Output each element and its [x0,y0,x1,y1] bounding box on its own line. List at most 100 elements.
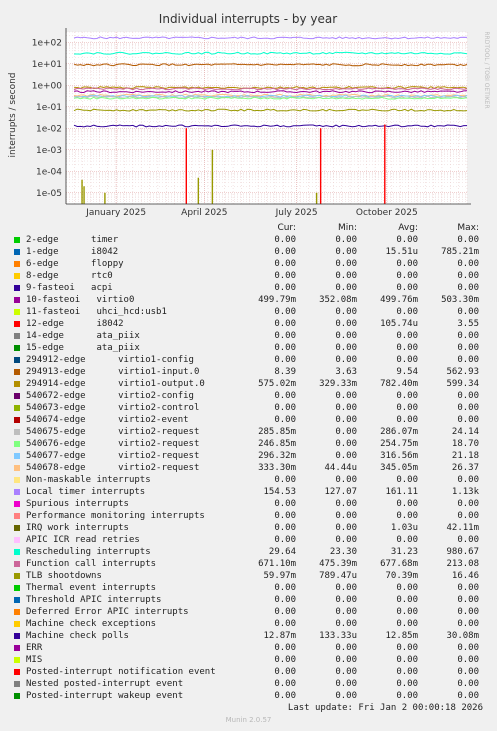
y-tick-label: 1e-03 [36,146,62,156]
legend-value: 0.00 [274,511,296,521]
legend-series-name: 2-edge timer [26,235,119,245]
col-header-avg: Avg: [398,223,418,233]
legend-value: 575.02m [258,379,296,389]
legend-series-name: 10-fasteoi virtio0 [26,295,135,305]
legend-swatch [14,669,20,675]
legend-value: 0.00 [457,583,479,593]
legend-value: 0.00 [457,391,479,401]
legend-row: 540675-edge virtio2-request 285.85m 0.00 28… [0,426,497,438]
legend-value: 0.00 [457,499,479,509]
legend-value: 0.00 [335,331,357,341]
legend-value: 0.00 [274,259,296,269]
legend-value: 0.00 [274,679,296,689]
legend-value: 0.00 [335,583,357,593]
legend-value: 562.93 [446,367,479,377]
legend-value: 0.00 [274,415,296,425]
legend-swatch [14,345,20,351]
legend-series-name: 294914-edge virtio1-output.0 [26,379,205,389]
legend-value: 3.63 [335,367,357,377]
legend-series-name: Rescheduling interrupts [26,547,151,557]
legend-swatch [14,417,20,423]
legend-series-name: Function call interrupts [26,559,157,569]
legend-value: 0.00 [274,607,296,617]
legend-value: 0.00 [274,655,296,665]
legend-value: 105.74u [380,319,418,329]
legend-row: 14-edge ata_piix 0.00 0.00 0.00 0.00 [0,330,497,342]
legend-series-name: 540678-edge virtio2-request [26,463,200,473]
legend-value: 0.00 [396,667,418,677]
legend-value: 0.00 [457,415,479,425]
legend-value: 0.00 [274,307,296,317]
legend-series-name: 1-edge i8042 [26,247,119,257]
legend-value: 0.00 [274,595,296,605]
legend-series-name: Non-maskable interrupts [26,475,151,485]
legend-value: 677.68m [380,559,418,569]
legend-value: 345.05m [380,463,418,473]
legend-value: 29.64 [268,547,296,557]
last-update: Last update: Fri Jan 2 00:00:18 2026 [287,703,483,713]
legend-value: 0.00 [396,607,418,617]
legend-swatch [14,513,20,519]
legend-swatch [14,441,20,447]
legend-row: 294914-edge virtio1-output.0 575.02m 329.3… [0,378,497,390]
y-tick-label: 1e+00 [32,81,63,91]
legend-value: 0.00 [396,619,418,629]
legend-series-name: Local timer interrupts [26,487,146,497]
legend-row: Threshold APIC interrupts 0.00 0.00 0.00 0.0… [0,594,497,606]
legend-row: 6-edge floppy 0.00 0.00 0.00 0.00 [0,258,497,270]
legend-value: 12.85m [385,631,418,641]
legend-row: Deferred Error APIC interrupts 0.00 0.00 0.… [0,606,497,618]
legend-swatch [14,369,20,375]
legend-row: ERR 0.00 0.00 0.00 0.00 [0,642,497,654]
legend-value: 0.00 [274,535,296,545]
legend-value: 0.00 [274,583,296,593]
legend-row: Posted-interrupt notification event 0.00 0… [0,666,497,678]
legend-value: 782.40m [380,379,418,389]
legend-series-name: Thermal event interrupts [26,583,157,593]
legend-swatch [14,681,20,687]
legend-series-name: IRQ work interrupts [26,523,129,533]
legend-value: 0.00 [335,259,357,269]
legend-value: 0.00 [274,619,296,629]
legend-value: 0.00 [457,259,479,269]
legend-swatch [14,309,20,315]
legend-value: 0.00 [457,475,479,485]
legend-swatch [14,621,20,627]
watermark: RRDTOOL / TOBI OETIKER [483,31,490,108]
legend-swatch [14,597,20,603]
legend-value: 0.00 [457,607,479,617]
legend-series-name: 540673-edge virtio2-control [26,403,200,413]
legend-row: 540673-edge virtio2-control 0.00 0.00 0.00 0… [0,402,497,414]
legend-value: 785.21m [441,247,479,257]
legend-value: 0.00 [335,355,357,365]
legend-value: 12.87m [263,631,296,641]
legend-row: IRQ work interrupts 0.00 0.00 1.03u 42.11m [0,522,497,534]
legend-value: 0.00 [335,235,357,245]
legend-value: 0.00 [274,247,296,257]
legend-value: 316.56m [380,451,418,461]
legend-value: 503.30m [441,295,479,305]
y-tick-label: 1e-01 [36,103,62,113]
legend-value: 0.00 [335,415,357,425]
legend-row: Performance monitoring interrupts 0.00 0.0… [0,510,497,522]
legend-value: 161.11 [385,487,418,497]
legend-value: 23.30 [329,547,357,557]
legend-value: 0.00 [396,475,418,485]
legend-value: 0.00 [457,331,479,341]
legend-value: 0.00 [274,499,296,509]
legend-row: Local timer interrupts 154.53 127.07 161.11… [0,486,497,498]
legend-swatch [14,393,20,399]
legend-value: 0.00 [335,499,357,509]
legend-swatch [14,285,20,291]
legend-series-name: Machine check exceptions [26,619,157,629]
legend-value: 0.00 [396,583,418,593]
legend-value: 1.13k [451,487,479,497]
legend-row: 540676-edge virtio2-request 246.85m 0.00 25… [0,438,497,450]
legend-series-name: 11-fasteoi uhci_hcd:usb1 [26,307,167,317]
legend-value: 0.00 [457,235,479,245]
legend-value: 30.08m [446,631,479,641]
legend-swatch [14,465,20,471]
legend-swatch [14,321,20,327]
legend-value: 0.00 [457,307,479,317]
legend-value: 0.00 [396,391,418,401]
